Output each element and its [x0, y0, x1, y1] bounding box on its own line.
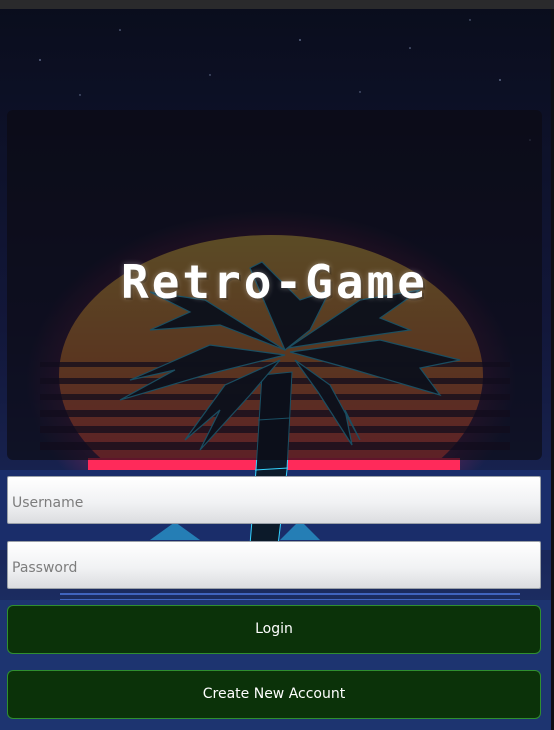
login-button[interactable]: Login: [7, 605, 541, 654]
username-input[interactable]: [7, 476, 541, 524]
window-top-bar: [0, 0, 554, 9]
create-account-button[interactable]: Create New Account: [7, 670, 541, 719]
game-title: Retro-Game: [121, 255, 428, 309]
password-input[interactable]: [7, 541, 541, 589]
